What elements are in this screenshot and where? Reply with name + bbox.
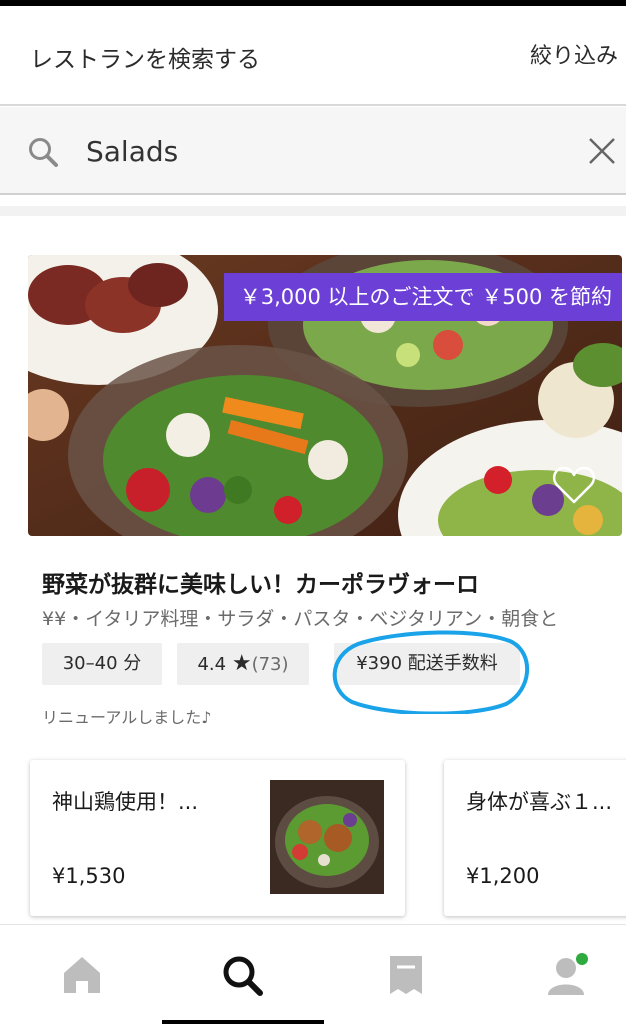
search-icon[interactable] <box>220 953 264 997</box>
restaurant-name[interactable]: 野菜が抜群に美味しい！カーポラヴォーロ <box>42 565 479 599</box>
dish-image <box>270 780 384 894</box>
header: レストランを検索する 絞り込み <box>0 6 626 106</box>
star-icon: ★ <box>231 651 252 676</box>
promo-banner: ￥3,000 以上のご注文で ￥500 を節約 <box>223 273 622 321</box>
orders-icon[interactable] <box>384 953 428 997</box>
heart-outline-icon[interactable] <box>552 465 596 505</box>
section-divider <box>0 206 626 216</box>
restaurant-categories: ¥¥・イタリア料理・サラダ・パスタ・ベジタリアン・朝食と <box>42 608 559 630</box>
dish-price: ¥1,200 <box>466 864 540 888</box>
dish-card[interactable]: 神山鶏使用！... ¥1,530 <box>30 760 405 916</box>
active-tab-indicator <box>162 1020 324 1024</box>
rating-badge: 4.4 ★(73) <box>177 643 309 685</box>
restaurant-note: リニューアルしました♪ <box>42 708 212 727</box>
dish-price: ¥1,530 <box>52 864 126 888</box>
account-icon[interactable] <box>546 953 590 997</box>
search-input[interactable] <box>86 127 546 175</box>
dish-name: 身体が喜ぶ１... <box>466 790 613 814</box>
search-bar <box>0 107 626 195</box>
search-icon <box>29 138 58 167</box>
restaurant-hero-image[interactable]: ￥3,000 以上のご注文で ￥500 を節約 <box>28 255 622 536</box>
rating-count: (73) <box>251 654 289 675</box>
dish-name: 神山鶏使用！... <box>52 790 199 814</box>
close-icon[interactable] <box>586 135 618 167</box>
dish-card[interactable]: 身体が喜ぶ１... ¥1,200 <box>444 760 626 916</box>
page-title: レストランを検索する <box>30 47 260 73</box>
delivery-time-badge: 30–40 分 <box>42 643 162 685</box>
home-icon[interactable] <box>60 953 104 997</box>
highlight-annotation <box>332 630 529 714</box>
filter-button[interactable]: 絞り込み <box>530 38 618 70</box>
bottom-nav <box>0 924 626 1024</box>
rating-value: 4.4 <box>197 654 227 675</box>
